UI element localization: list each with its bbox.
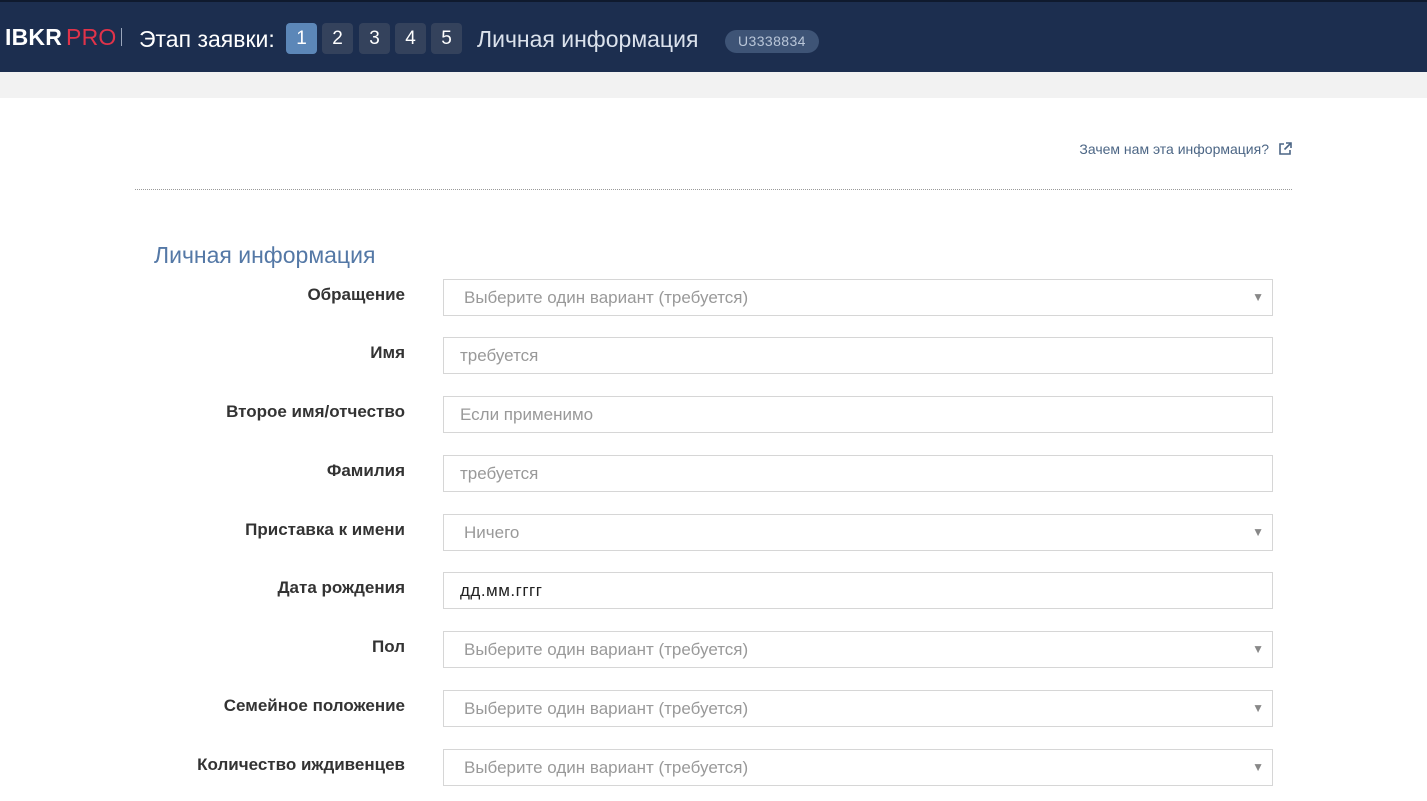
chevron-down-icon: ▼	[1252, 701, 1264, 715]
marital-status-row: Семейное положение Выберите один вариант…	[0, 690, 1427, 728]
last-name-input[interactable]	[443, 455, 1273, 492]
first-name-row: Имя	[0, 337, 1427, 375]
chevron-down-icon: ▼	[1252, 290, 1264, 304]
chevron-down-icon: ▼	[1252, 525, 1264, 539]
name-suffix-select[interactable]: Ничего ▼	[443, 514, 1273, 551]
section-title: Личная информация	[154, 242, 376, 268]
marital-status-label: Семейное положение	[223, 696, 405, 715]
dependents-row: Количество иждивенцев Выберите один вари…	[0, 749, 1427, 787]
brand-pro: PRO	[66, 24, 117, 50]
salutation-select[interactable]: Выберите один вариант (требуется) ▼	[443, 279, 1273, 316]
gender-label: Пол	[372, 637, 405, 656]
name-suffix-row: Приставка к имени Ничего ▼	[0, 514, 1427, 552]
gender-select[interactable]: Выберите один вариант (требуется) ▼	[443, 631, 1273, 668]
step-5-button[interactable]: 5	[431, 23, 462, 54]
header-separator	[121, 28, 122, 46]
birth-date-value: дд.мм.гггг	[460, 581, 543, 600]
birth-date-row: Дата рождения дд.мм.гггг	[0, 572, 1427, 610]
first-name-input[interactable]	[443, 337, 1273, 374]
gender-value: Выберите один вариант (требуется)	[464, 640, 749, 659]
marital-status-value: Выберите один вариант (требуется)	[464, 699, 749, 718]
step-2-button[interactable]: 2	[322, 23, 353, 54]
last-name-row: Фамилия	[0, 455, 1427, 493]
last-name-label: Фамилия	[326, 461, 405, 480]
dotted-divider	[135, 189, 1292, 190]
salutation-value: Выберите один вариант (требуется)	[464, 288, 749, 307]
step-4-button[interactable]: 4	[395, 23, 426, 54]
stage-label: Этап заявки:	[139, 26, 275, 52]
dependents-value: Выберите один вариант (требуется)	[464, 758, 749, 777]
birth-date-label: Дата рождения	[277, 578, 405, 597]
external-link-icon	[1279, 142, 1292, 155]
step-1-button[interactable]: 1	[286, 23, 317, 54]
middle-name-row: Второе имя/отчество	[0, 396, 1427, 434]
middle-name-input[interactable]	[443, 396, 1273, 433]
header-gray-strip	[0, 72, 1427, 98]
birth-date-input[interactable]: дд.мм.гггг	[443, 572, 1273, 609]
top-bar: IBKR PRO Этап заявки: 1 2 3 4 5 Личная ин…	[0, 0, 1427, 72]
gender-row: Пол Выберите один вариант (требуется) ▼	[0, 631, 1427, 669]
step-3-button[interactable]: 3	[359, 23, 390, 54]
chevron-down-icon: ▼	[1252, 760, 1264, 774]
salutation-row: Обращение Выберите один вариант (требует…	[0, 279, 1427, 317]
name-suffix-value: Ничего	[464, 523, 520, 542]
salutation-label: Обращение	[307, 285, 405, 304]
marital-status-select[interactable]: Выберите один вариант (требуется) ▼	[443, 690, 1273, 727]
middle-name-label: Второе имя/отчество	[226, 402, 405, 421]
brand-logo: IBKR PRO	[5, 24, 116, 51]
dependents-label: Количество иждивенцев	[197, 755, 405, 774]
brand-name: IBKR	[5, 24, 63, 50]
account-id-badge: U3338834	[725, 30, 819, 53]
chevron-down-icon: ▼	[1252, 642, 1264, 656]
why-info-link-label: Зачем нам эта информация?	[1079, 141, 1269, 157]
name-suffix-label: Приставка к имени	[245, 520, 405, 539]
dependents-select[interactable]: Выберите один вариант (требуется) ▼	[443, 749, 1273, 786]
first-name-label: Имя	[370, 343, 405, 362]
step-title: Личная информация	[477, 26, 699, 52]
why-info-link[interactable]: Зачем нам эта информация?	[1079, 141, 1292, 157]
